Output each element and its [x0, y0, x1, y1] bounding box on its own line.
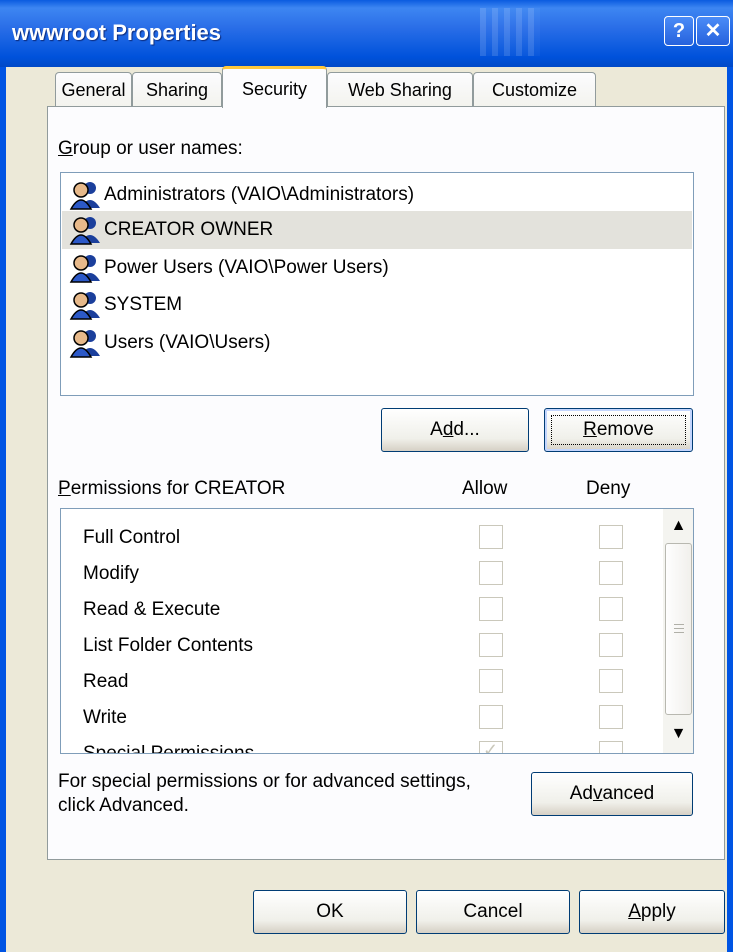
tab-sharing[interactable]: Sharing — [132, 72, 222, 106]
permission-name: Read & Execute — [83, 599, 221, 620]
list-item-label: CREATOR OWNER — [104, 219, 274, 240]
tab-general[interactable]: General — [55, 72, 132, 106]
close-icon: ✕ — [704, 20, 722, 42]
apply-button[interactable]: Apply — [579, 890, 725, 934]
list-item-users[interactable]: Users (VAIO\Users) — [62, 324, 692, 362]
allow-checkbox[interactable] — [479, 561, 503, 585]
permission-row-full-control: Full Control — [61, 519, 661, 555]
group-user-names-label: Group or user names: — [58, 138, 243, 159]
close-button[interactable]: ✕ — [696, 16, 730, 46]
advanced-note-line: For special permissions or for advanced … — [58, 771, 471, 792]
allow-column-header: Allow — [462, 478, 508, 499]
list-item-label: Power Users (VAIO\Power Users) — [104, 257, 389, 278]
tab-label: Sharing — [145, 80, 209, 100]
list-item-system[interactable]: SYSTEM — [62, 286, 692, 324]
title-bar-decoration — [480, 8, 540, 56]
permission-row-special-permissions: Special Permissions ✓ — [61, 735, 661, 754]
tab-label: Customize — [491, 80, 578, 100]
permission-row-read: Read — [61, 663, 661, 699]
list-item-power-users[interactable]: Power Users (VAIO\Power Users) — [62, 249, 692, 287]
deny-checkbox[interactable] — [599, 705, 623, 729]
list-item-administrators[interactable]: Administrators (VAIO\Administrators) — [62, 176, 692, 214]
deny-column-header: Deny — [586, 478, 631, 499]
advanced-note: For special permissions or for advanced … — [58, 770, 471, 818]
user-group-icon — [69, 330, 100, 358]
user-group-icon — [69, 292, 100, 320]
check-icon: ✓ — [483, 740, 499, 754]
allow-checkbox[interactable] — [479, 669, 503, 693]
deny-checkbox[interactable] — [599, 561, 623, 585]
scroll-thumb[interactable] — [665, 543, 692, 715]
tab-web-sharing[interactable]: Web Sharing — [327, 72, 473, 106]
deny-checkbox[interactable] — [599, 741, 623, 753]
thumb-grip — [674, 624, 684, 625]
allow-checkbox[interactable] — [479, 597, 503, 621]
list-item-label: Administrators (VAIO\Administrators) — [104, 184, 415, 205]
permission-name: Read — [83, 671, 129, 692]
help-icon: ? — [672, 20, 686, 42]
allow-checkbox[interactable] — [479, 705, 503, 729]
permission-row-list-folder-contents: List Folder Contents — [61, 627, 661, 663]
user-group-icon — [69, 255, 100, 283]
list-item-label: Users (VAIO\Users) — [104, 332, 271, 353]
permission-name: Write — [83, 707, 127, 728]
title-bar[interactable]: wwwroot Properties ? ✕ — [0, 0, 733, 67]
tab-label: General — [61, 80, 126, 100]
tab-security[interactable]: Security — [222, 66, 327, 108]
permission-name: Special Permissions — [83, 743, 255, 754]
permissions-list[interactable]: Full Control Modify Read & Execute List … — [60, 508, 694, 754]
advanced-button[interactable]: Advanced — [531, 772, 693, 816]
group-user-listbox[interactable]: Administrators (VAIO\Administrators) CRE… — [60, 172, 694, 396]
permissions-scrollbar[interactable]: ▲ ▼ — [663, 509, 693, 753]
allow-checkbox[interactable] — [479, 633, 503, 657]
deny-checkbox[interactable] — [599, 633, 623, 657]
allow-checkbox[interactable]: ✓ — [479, 740, 503, 754]
scroll-up-arrow-icon[interactable]: ▲ — [665, 511, 692, 541]
permission-row-modify: Modify — [61, 555, 661, 591]
cancel-button[interactable]: Cancel — [416, 890, 570, 934]
scroll-down-arrow-icon[interactable]: ▼ — [665, 719, 692, 749]
add-button[interactable]: Add... — [381, 408, 529, 452]
remove-button[interactable]: Remove — [544, 408, 693, 452]
advanced-note-line: click Advanced. — [58, 795, 189, 816]
user-group-icon — [69, 182, 100, 210]
window-title: wwwroot Properties — [12, 20, 222, 45]
permissions-label: Permissions for CREATOR — [58, 478, 286, 499]
user-group-icon — [69, 217, 100, 245]
list-item-label: SYSTEM — [104, 294, 183, 315]
deny-checkbox[interactable] — [599, 669, 623, 693]
thumb-grip — [674, 628, 684, 629]
permission-row-read-execute: Read & Execute — [61, 591, 661, 627]
help-button[interactable]: ? — [664, 16, 694, 46]
permission-name: Full Control — [83, 527, 181, 548]
allow-checkbox[interactable] — [479, 525, 503, 549]
permission-name: List Folder Contents — [83, 635, 254, 656]
permission-name: Modify — [83, 563, 139, 584]
permission-row-write: Write — [61, 699, 661, 735]
focus-ring — [551, 415, 686, 445]
tab-label: Web Sharing — [348, 80, 452, 100]
thumb-grip — [674, 632, 684, 633]
list-item-creator-owner[interactable]: CREATOR OWNER — [62, 211, 692, 249]
tab-customize[interactable]: Customize — [473, 72, 596, 106]
tab-label: Security — [241, 79, 308, 99]
ok-button[interactable]: OK — [253, 890, 407, 934]
deny-checkbox[interactable] — [599, 597, 623, 621]
deny-checkbox[interactable] — [599, 525, 623, 549]
